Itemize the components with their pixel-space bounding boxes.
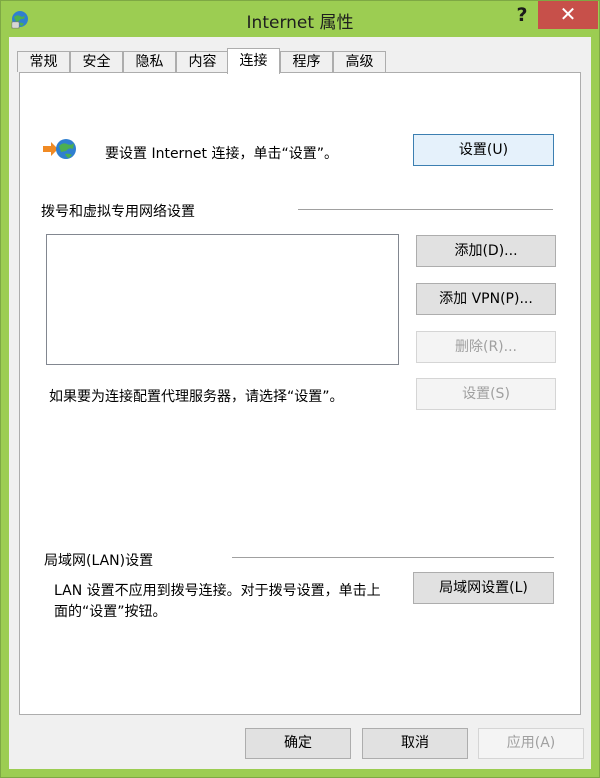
- lan-settings-button[interactable]: 局域网设置(L): [413, 572, 554, 604]
- connections-panel: 要设置 Internet 连接，单击“设置”。 设置(U) 拨号和虚拟专用网络设…: [19, 72, 581, 715]
- add-vpn-button[interactable]: 添加 VPN(P)...: [416, 283, 556, 315]
- setup-button[interactable]: 设置(U): [413, 134, 554, 166]
- tab-advanced[interactable]: 高级: [333, 51, 386, 72]
- lan-description-line2: 面的“设置”按钮。: [54, 604, 167, 620]
- proxy-instruction: 如果要为连接配置代理服务器，请选择“设置”。: [49, 389, 344, 405]
- close-button[interactable]: ✕: [538, 1, 598, 29]
- internet-properties-window: Internet 属性 ? ✕ 常规 安全 隐私 内容 连接 程序 高级 要设置…: [0, 0, 600, 778]
- help-button[interactable]: ?: [507, 1, 537, 29]
- tab-programs[interactable]: 程序: [280, 51, 333, 72]
- tab-general[interactable]: 常规: [17, 51, 70, 72]
- cancel-button[interactable]: 取消: [362, 728, 468, 759]
- lan-group-label: 局域网(LAN)设置: [44, 553, 154, 569]
- dialup-group-label: 拨号和虚拟专用网络设置: [41, 204, 195, 220]
- dialup-settings-button[interactable]: 设置(S): [416, 378, 556, 410]
- connections-list[interactable]: [46, 234, 399, 365]
- ok-button[interactable]: 确定: [245, 728, 351, 759]
- add-button[interactable]: 添加(D)...: [416, 235, 556, 267]
- lan-description-line1: LAN 设置不应用到拨号连接。对于拨号设置，单击上: [54, 583, 381, 599]
- dialup-group-divider: [298, 209, 553, 210]
- tab-privacy[interactable]: 隐私: [123, 51, 176, 72]
- delete-button[interactable]: 删除(R)...: [416, 331, 556, 363]
- dialog-client-area: 常规 安全 隐私 内容 连接 程序 高级 要设置 Internet 连接，单击“…: [9, 37, 591, 769]
- tab-security[interactable]: 安全: [70, 51, 123, 72]
- tab-connections[interactable]: 连接: [227, 48, 280, 74]
- internet-connect-icon: [42, 135, 78, 165]
- apply-button[interactable]: 应用(A): [478, 728, 584, 759]
- lan-group-divider: [232, 557, 554, 558]
- title-bar[interactable]: Internet 属性 ? ✕: [1, 1, 599, 37]
- tab-content[interactable]: 内容: [176, 51, 229, 72]
- setup-instruction: 要设置 Internet 连接，单击“设置”。: [105, 146, 338, 162]
